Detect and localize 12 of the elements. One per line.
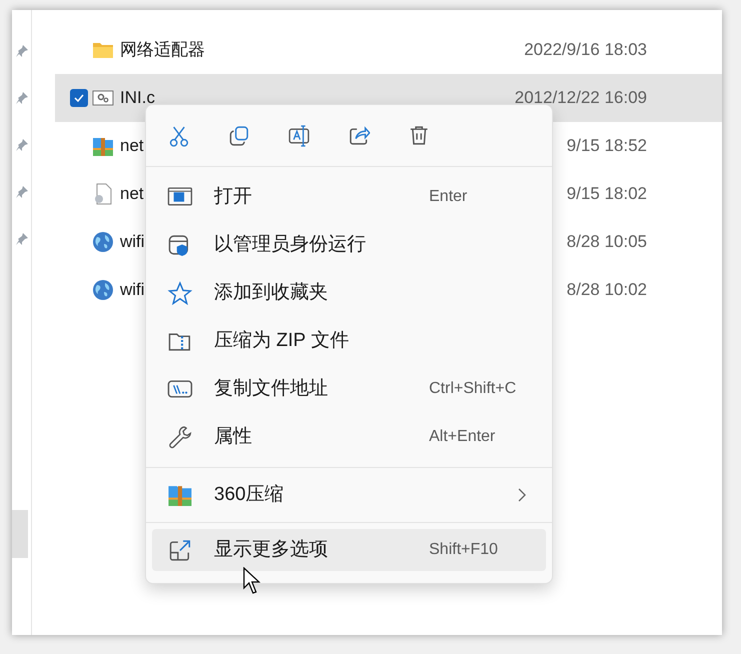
file-name: INI.c bbox=[120, 87, 155, 110]
file-date: 9/15 18:52 bbox=[566, 135, 647, 158]
file-name: wifi bbox=[120, 279, 145, 302]
file-name: wifi bbox=[120, 231, 145, 254]
file-date: 9/15 18:02 bbox=[566, 183, 647, 206]
file-date: 2012/12/22 16:09 bbox=[514, 87, 647, 110]
file-date: 8/28 10:05 bbox=[566, 231, 647, 254]
file-date: 8/28 10:02 bbox=[566, 279, 647, 302]
file-date: 2022/9/16 18:03 bbox=[524, 39, 647, 62]
file-name: net bbox=[120, 135, 144, 158]
file-name: net bbox=[120, 183, 144, 206]
file-name: 网络适配器 bbox=[120, 39, 205, 62]
